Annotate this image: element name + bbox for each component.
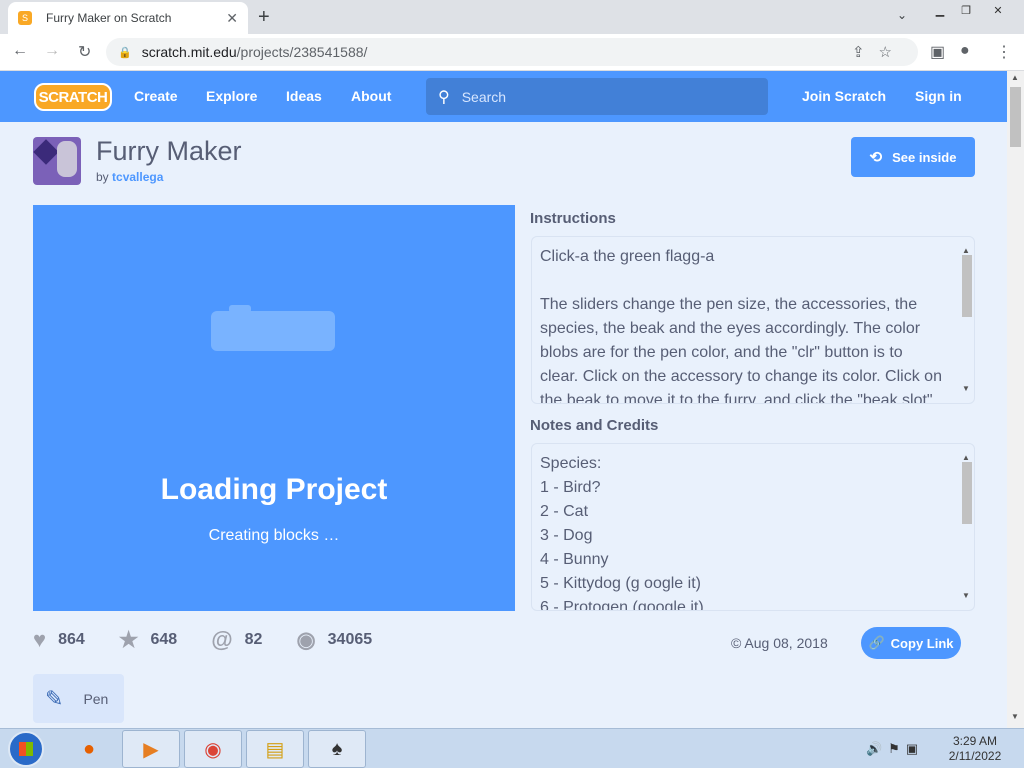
scroll-down-arrow-icon[interactable]: ▼ [1011,712,1019,721]
system-tray-icons[interactable]: 🔊⚑▣ [866,741,924,757]
chrome-icon[interactable]: ◉ [184,730,242,768]
menu-icon[interactable]: ⋮ [996,42,1012,62]
project-page: Furry Maker by tcvallega ⟲ See inside Lo… [0,122,1007,728]
profile-icon[interactable]: ● [960,42,970,60]
restore-button[interactable]: ❐ [954,0,978,20]
author-avatar[interactable] [33,137,81,185]
by-label: by [96,170,109,184]
address-bar[interactable]: 🔒 scratch.mit.edu/projects/238541588/ ⇪☆ [106,38,918,66]
notes-box[interactable]: Species: 1 - Bird? 2 - Cat 3 - Dog 4 - B… [531,443,975,611]
notes-line: 1 - Bird? [540,479,601,496]
notes-heading: Notes and Credits [530,417,659,434]
search-placeholder: Search [461,88,507,105]
notes-scrollbar[interactable]: ▲ ▼ [960,446,972,608]
scratch-favicon-icon: S [18,11,32,25]
remixes-stat: @82 [211,627,262,653]
link-icon: 🔗 [868,635,885,650]
windows-taskbar: ● ▶ ◉ ▤ ♠ 🔊⚑▣ 3:29 AM 2/11/2022 [0,728,1024,768]
loves-count: 864 [58,631,85,648]
clock-date: 2/11/2022 [948,749,1002,763]
project-stats: ♥ 864 ★ 648 @82 ◉ 34065 [33,627,406,653]
pen-icon: ✎ [45,685,64,711]
new-tab-button[interactable]: + [258,6,270,29]
instructions-line1: Click-a the green flagg-a [540,248,715,265]
notes-line: 6 - Protogen (google it) [540,599,704,611]
forward-icon[interactable]: → [44,42,60,60]
page-scrollbar[interactable]: ▲ ▼ [1007,71,1024,728]
views-stat: ◉ 34065 [296,627,372,653]
loading-subtitle: Creating blocks … [208,527,340,544]
copy-link-button[interactable]: 🔗 Copy Link [861,627,961,659]
tab-title: Furry Maker on Scratch [46,11,172,25]
share-bookmark-icons[interactable]: ⇪☆ [852,43,906,61]
see-inside-button[interactable]: ⟲ See inside [851,137,975,177]
browser-toolbar: ← → ↻ 🔒 scratch.mit.edu/projects/2385415… [0,34,1024,71]
solitaire-icon[interactable]: ♠ [308,730,366,768]
author-link[interactable]: tcvallega [112,170,163,184]
scrollbar-thumb[interactable] [1010,87,1021,147]
see-inside-icon: ⟲ [869,149,883,166]
url-path: /projects/238541588/ [236,44,368,60]
windows-logo-icon [19,742,33,756]
notes-line: 4 - Bunny [540,551,609,568]
minimize-button[interactable]: ▁ [928,0,952,20]
clock-time: 3:29 AM [952,734,998,748]
instructions-scrollbar[interactable]: ▲ ▼ [960,239,972,401]
instructions-paragraph: The sliders change the pen size, the acc… [540,296,942,404]
media-player-icon[interactable]: ▶ [122,730,180,768]
pen-extension-chip[interactable]: ✎ Pen [33,674,124,723]
file-explorer-icon[interactable]: ▤ [246,730,304,768]
search-input[interactable]: ⚲ Search [426,78,768,115]
scratch-logo[interactable]: SCRATCH [34,83,112,111]
firefox-icon[interactable]: ● [60,730,118,768]
search-icon: ⚲ [438,88,450,106]
close-window-button[interactable]: ✕ [982,0,1014,20]
notes-line: 5 - Kittydog (g oogle it) [540,575,701,592]
loading-block-icon [211,311,335,351]
extension-label: Pen [83,690,109,707]
project-stage[interactable]: Loading Project Creating blocks … [33,205,515,611]
close-tab-icon[interactable]: ✕ [226,10,238,27]
loves-stat[interactable]: ♥ 864 [33,627,85,653]
loading-title: Loading Project [160,473,388,506]
nav-ideas[interactable]: Ideas [286,71,322,122]
scroll-up-arrow-icon[interactable]: ▲ [1011,73,1019,82]
project-title: Furry Maker [96,136,242,166]
sign-in-link[interactable]: Sign in [915,71,962,122]
reload-icon[interactable]: ↻ [78,42,91,62]
lock-icon: 🔒 [118,46,132,59]
remix-spiral-icon: @ [211,627,233,652]
notes-line: 2 - Cat [540,503,589,520]
browser-tab-strip: S Furry Maker on Scratch ✕ + ⌄ ▁ ❐ ✕ [0,0,1024,34]
project-author-line: by tcvallega [96,170,163,184]
side-panel-icon[interactable]: ▣ [930,42,945,62]
remixes-count: 82 [244,631,263,648]
taskbar-clock[interactable]: 3:29 AM 2/11/2022 [940,734,1010,764]
favorites-stat[interactable]: ★ 648 [119,627,177,653]
copy-link-label: Copy Link [890,635,954,651]
project-date: © Aug 08, 2018 [731,635,828,651]
instructions-heading: Instructions [530,210,616,227]
start-button[interactable] [8,731,44,767]
nav-create[interactable]: Create [134,71,178,122]
notes-line: Species: [540,455,602,472]
browser-tab[interactable]: S Furry Maker on Scratch ✕ [8,2,248,34]
scratch-navbar: SCRATCH Create Explore Ideas About ⚲ Sea… [0,71,1007,122]
tab-search-chevron-icon[interactable]: ⌄ [897,8,907,22]
see-inside-label: See inside [892,149,957,165]
instructions-box[interactable]: Click-a the green flagg-a The sliders ch… [531,236,975,404]
nav-about[interactable]: About [351,71,391,122]
url-host: scratch.mit.edu [141,44,237,60]
star-icon: ★ [118,627,139,652]
heart-icon: ♥ [33,627,47,652]
nav-explore[interactable]: Explore [206,71,257,122]
back-icon[interactable]: ← [12,42,28,60]
eye-icon: ◉ [296,627,316,652]
views-count: 34065 [327,631,373,648]
join-scratch-link[interactable]: Join Scratch [802,71,886,122]
favorites-count: 648 [150,631,178,648]
notes-line: 3 - Dog [540,527,593,544]
